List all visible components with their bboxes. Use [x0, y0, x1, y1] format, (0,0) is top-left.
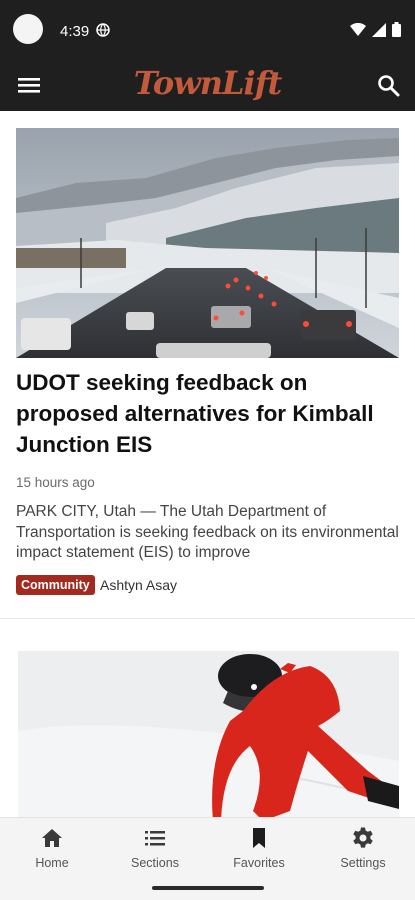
globe-icon: [96, 23, 110, 37]
signal-icon: [372, 22, 386, 37]
app-logo[interactable]: TownLift: [0, 64, 415, 102]
nav-home[interactable]: Home: [7, 826, 97, 870]
article-image[interactable]: [16, 128, 399, 358]
nav-label: Settings: [340, 856, 386, 870]
article-card[interactable]: [0, 619, 415, 817]
article-excerpt[interactable]: PARK CITY, Utah — The Utah Department of…: [16, 502, 399, 564]
status-bar: 4:39: [0, 0, 415, 60]
list-icon: [145, 831, 165, 846]
bottom-navigation: Home Sections Favorites Settings: [0, 817, 415, 900]
search-icon[interactable]: [373, 70, 403, 100]
bookmark-icon: [253, 828, 265, 848]
nav-settings[interactable]: Settings: [318, 826, 408, 870]
status-time: 4:39: [60, 23, 90, 40]
nav-favorites[interactable]: Favorites: [214, 826, 304, 870]
home-icon: [42, 829, 62, 847]
article-image[interactable]: [18, 651, 399, 817]
nav-label: Sections: [131, 856, 179, 870]
nav-sections[interactable]: Sections: [110, 826, 200, 870]
article-feed[interactable]: UDOT seeking feedback on proposed altern…: [0, 111, 415, 817]
category-badge[interactable]: Community: [16, 575, 95, 595]
wifi-icon: [350, 22, 366, 36]
article-headline[interactable]: UDOT seeking feedback on proposed altern…: [16, 367, 399, 460]
article-author[interactable]: Ashtyn Asay: [100, 577, 177, 593]
gesture-handle[interactable]: [152, 886, 264, 890]
nav-label: Favorites: [233, 856, 285, 870]
article-card[interactable]: UDOT seeking feedback on proposed altern…: [0, 111, 415, 619]
app-bar: TownLift: [0, 60, 415, 111]
nav-label: Home: [35, 856, 69, 870]
battery-icon: [392, 22, 401, 37]
article-timestamp: 15 hours ago: [16, 475, 95, 490]
gear-icon: [353, 827, 373, 848]
camera-cutout: [13, 14, 43, 44]
